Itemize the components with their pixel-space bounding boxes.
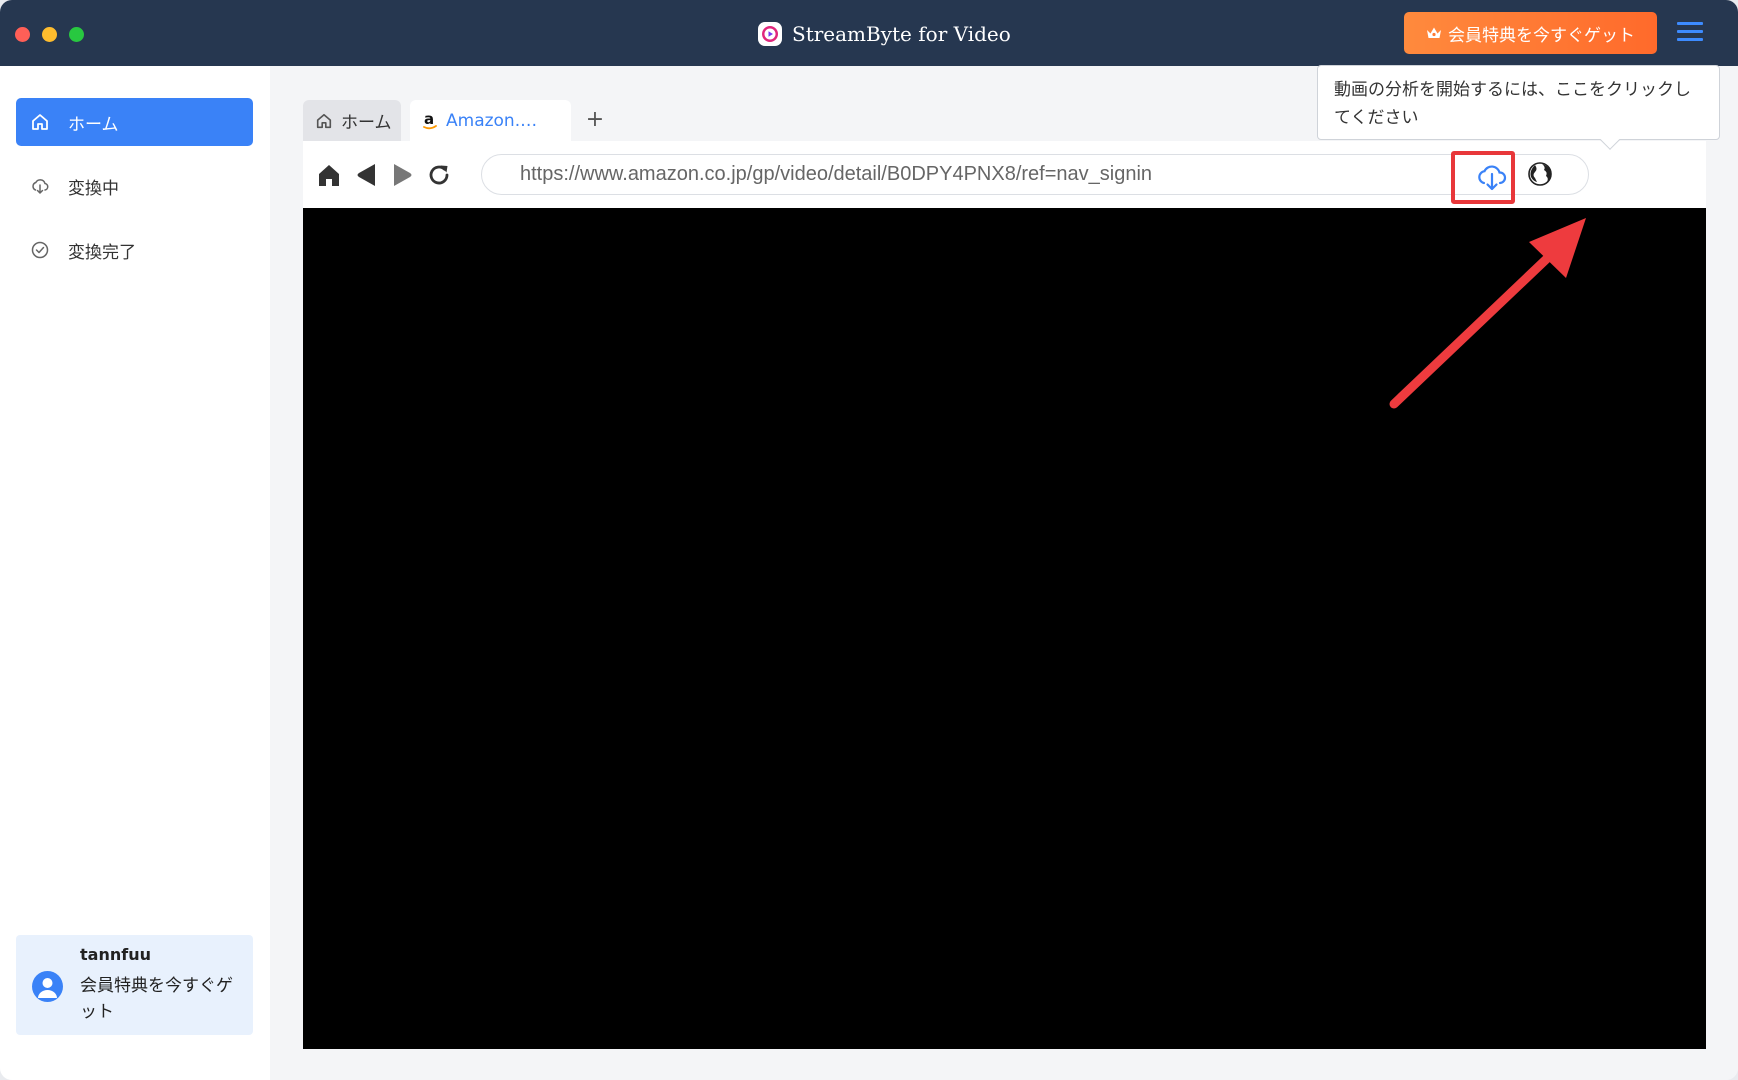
user-promo-text[interactable]: 会員特典を今すぐゲット	[80, 973, 240, 1025]
analyze-tooltip: 動画の分析を開始するには、ここをクリックしてください	[1317, 65, 1720, 140]
url-text: https://www.amazon.co.jp/gp/video/detail…	[520, 163, 1153, 185]
back-arrow-icon	[357, 164, 375, 186]
check-circle-icon	[31, 241, 49, 259]
tooltip-text: 動画の分析を開始するには、ここをクリックしてください	[1334, 80, 1691, 128]
membership-promo-label: 会員特典を今すぐゲット	[1448, 25, 1635, 46]
app-logo-icon	[758, 22, 782, 46]
tab-home[interactable]: ホーム	[303, 100, 401, 141]
svg-text:a: a	[424, 111, 434, 128]
forward-arrow-icon	[394, 164, 412, 186]
back-button[interactable]	[352, 161, 380, 189]
sidebar-item-completed[interactable]: 変換完了	[16, 226, 253, 274]
sidebar-item-label: 変換中	[68, 178, 119, 199]
analyze-download-button[interactable]	[1475, 162, 1509, 192]
minimize-window-button[interactable]	[42, 27, 57, 42]
user-icon	[38, 978, 57, 998]
browser-toolbar: https://www.amazon.co.jp/gp/video/detail…	[303, 141, 1706, 208]
app-title: StreamByte for Video	[758, 19, 1011, 49]
globe-icon	[1528, 162, 1552, 186]
cloud-download-icon	[1478, 165, 1507, 191]
avatar	[32, 971, 63, 1002]
sidebar-item-label: 変換完了	[68, 242, 136, 263]
home-icon	[316, 113, 332, 128]
globe-button[interactable]	[1526, 160, 1554, 188]
home-icon	[32, 114, 48, 130]
amazon-icon: a	[423, 111, 437, 129]
app-window: StreamByte for Video 会員特典を今すぐゲット ホーム 変換中…	[0, 0, 1738, 1080]
main-area: ホーム a Amazon.… + https://www.amazon.co.j…	[270, 66, 1738, 1080]
hamburger-menu-icon[interactable]	[1677, 22, 1703, 42]
cloud-download-icon	[32, 179, 49, 194]
sidebar-item-label: ホーム	[68, 114, 119, 135]
username: tannfuu	[80, 945, 151, 964]
app-title-text: StreamByte for Video	[792, 22, 1011, 46]
home-button[interactable]	[315, 161, 343, 189]
tab-amazon[interactable]: a Amazon.…	[410, 100, 571, 141]
membership-promo-button[interactable]: 会員特典を今すぐゲット	[1404, 12, 1657, 54]
close-window-button[interactable]	[15, 27, 30, 42]
zoom-window-button[interactable]	[69, 27, 84, 42]
tab-label: Amazon.…	[446, 110, 538, 131]
forward-button[interactable]	[389, 161, 417, 189]
tab-label: ホーム	[341, 113, 392, 133]
reload-icon	[429, 165, 449, 185]
url-input[interactable]: https://www.amazon.co.jp/gp/video/detail…	[481, 154, 1589, 195]
title-bar: StreamByte for Video 会員特典を今すぐゲット	[0, 0, 1738, 66]
video-area[interactable]	[303, 208, 1706, 1049]
sidebar-item-home[interactable]: ホーム	[16, 98, 253, 146]
home-icon	[319, 165, 339, 186]
crown-icon	[1427, 27, 1441, 38]
user-card[interactable]: tannfuu 会員特典を今すぐゲット	[16, 935, 253, 1035]
sidebar-item-converting[interactable]: 変換中	[16, 162, 253, 210]
sidebar: ホーム 変換中 変換完了 tannfuu 会員特典を今すぐゲット	[0, 66, 270, 1080]
reload-button[interactable]	[425, 161, 453, 189]
add-tab-button[interactable]: +	[581, 104, 609, 134]
